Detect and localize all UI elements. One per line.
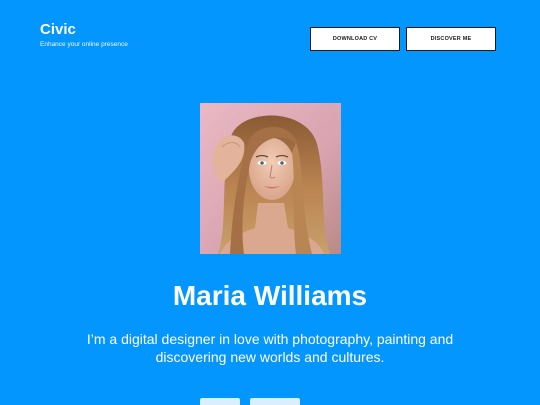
profile-bio: I’m a digital designer in love with phot… <box>86 331 454 365</box>
profile-photo <box>200 103 341 254</box>
brand[interactable]: Civic Enhance your online presence <box>40 21 128 49</box>
profile-name: Maria Williams <box>172 280 368 311</box>
brand-name[interactable]: Civic <box>40 21 128 39</box>
page: Civic Enhance your online presence DOWNL… <box>0 0 540 405</box>
next-section-heading <box>0 398 540 405</box>
download-cv-button[interactable]: DOWNLOAD CV <box>310 27 400 51</box>
brand-tagline: Enhance your online presence <box>40 41 128 48</box>
discover-me-button[interactable]: DISCOVER ME <box>406 27 496 51</box>
